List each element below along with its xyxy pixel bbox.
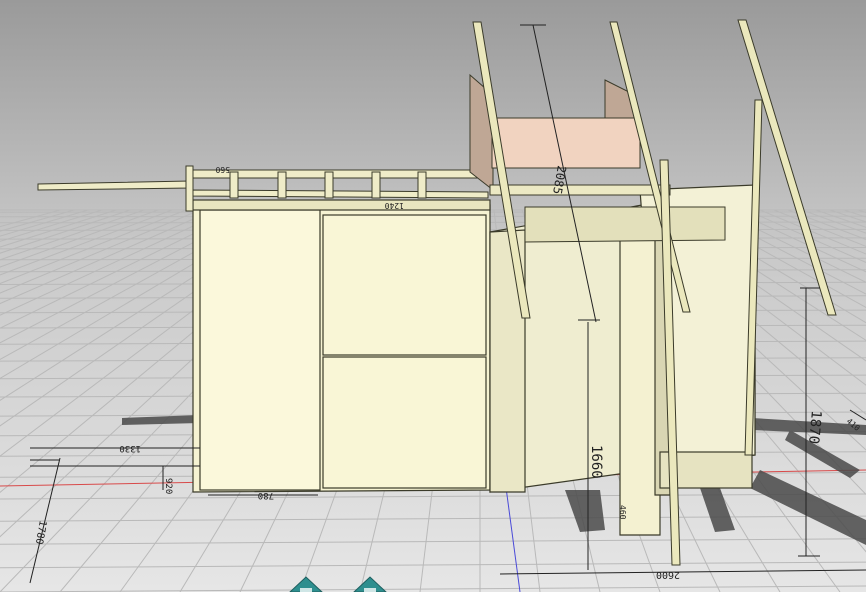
dim-label: 1240: [385, 201, 404, 210]
dim-label: 780: [258, 490, 274, 500]
cabinet-door-left[interactable]: [199, 209, 321, 491]
dim-label: 560: [215, 165, 230, 174]
cabinet-top-rail: [192, 199, 491, 211]
scene-canvas[interactable]: 2085 1660 1870 1330 780 920 1780 2600 12…: [0, 0, 866, 592]
cabinet-door-upper[interactable]: [322, 214, 487, 356]
cabinet-left[interactable]: [192, 199, 491, 493]
3d-viewport[interactable]: 2085 1660 1870 1330 780 920 1780 2600 12…: [0, 0, 866, 592]
dim-label: 920: [163, 478, 173, 494]
dim-label: 1330: [119, 443, 141, 453]
side-panel-front[interactable]: [619, 239, 661, 536]
dim-label: 1870: [805, 410, 824, 445]
dim-label: 460: [618, 505, 627, 520]
cabinet-door-lower[interactable]: [322, 356, 487, 489]
headboard-panel[interactable]: [491, 117, 641, 169]
dim-label: 2600: [656, 569, 680, 580]
dim-label: 1660: [588, 445, 604, 479]
